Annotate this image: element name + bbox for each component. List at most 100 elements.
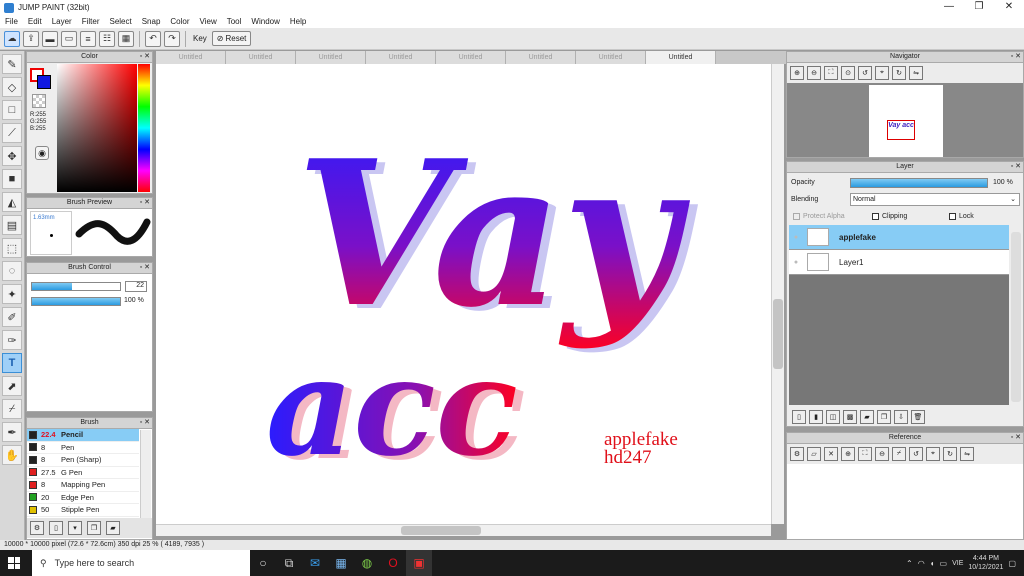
zoom-out-icon[interactable]: ⊖ bbox=[875, 447, 889, 461]
tab-untitled[interactable]: Untitled bbox=[506, 51, 576, 64]
clock[interactable]: 4:44 PM 10/12/2021 bbox=[968, 554, 1003, 572]
panel-close-icon[interactable]: ▫ ✕ bbox=[140, 198, 150, 208]
brush-folder-icon[interactable]: ▰ bbox=[106, 521, 120, 535]
brush-size-slider[interactable] bbox=[31, 282, 121, 291]
restore-button[interactable]: ❐ bbox=[964, 0, 994, 15]
panel-close-icon[interactable]: ▫ ✕ bbox=[140, 263, 150, 273]
menu-filter[interactable]: Filter bbox=[77, 17, 105, 26]
cortana-icon[interactable]: ○ bbox=[250, 550, 276, 576]
canvas-vertical-scrollbar[interactable] bbox=[771, 64, 784, 524]
menu-layer[interactable]: Layer bbox=[47, 17, 77, 26]
menu-view[interactable]: View bbox=[195, 17, 222, 26]
zoom-in-icon[interactable]: ⊕ bbox=[790, 66, 804, 80]
zoom-out-icon[interactable]: ⊖ bbox=[807, 66, 821, 80]
select-pen-tool-icon[interactable]: ✐ bbox=[2, 307, 22, 327]
opera-icon[interactable]: O bbox=[380, 550, 406, 576]
jump-paint-taskbar-icon[interactable]: ▣ bbox=[406, 550, 432, 576]
lock-checkbox[interactable]: Lock bbox=[949, 213, 974, 220]
rotate-reset-icon[interactable]: ⌖ bbox=[875, 66, 889, 80]
visibility-icon[interactable]: ● bbox=[789, 259, 803, 266]
magic-wand-tool-icon[interactable]: ✦ bbox=[2, 284, 22, 304]
browser-icon[interactable]: ◍ bbox=[354, 550, 380, 576]
clipping-checkbox[interactable]: Clipping bbox=[872, 213, 907, 220]
tab-untitled[interactable]: Untitled bbox=[296, 51, 366, 64]
horizontal-scroll-thumb[interactable] bbox=[401, 526, 481, 535]
tab-untitled[interactable]: Untitled bbox=[366, 51, 436, 64]
menu-tool[interactable]: Tool bbox=[222, 17, 247, 26]
new-brush-icon[interactable]: ▯ bbox=[49, 521, 63, 535]
operation-tool-icon[interactable]: ⬈ bbox=[2, 376, 22, 396]
reset-button[interactable]: ⊘ Reset bbox=[211, 31, 252, 46]
brush-settings-icon[interactable]: ⚙ bbox=[30, 521, 44, 535]
vertical-scroll-thumb[interactable] bbox=[773, 299, 783, 369]
layer-row[interactable]: ● applefake bbox=[789, 225, 1009, 250]
brush-item[interactable]: 8 Pen (Sharp) bbox=[27, 454, 139, 467]
mail-icon[interactable]: ✉ bbox=[302, 550, 328, 576]
eyedropper-icon[interactable]: ⌿ bbox=[892, 447, 906, 461]
tab-untitled[interactable]: Untitled bbox=[576, 51, 646, 64]
palette-icon[interactable]: ◉ bbox=[35, 146, 49, 160]
rectangle-tool-icon[interactable]: □ bbox=[2, 100, 22, 120]
select-rect-tool-icon[interactable]: ⬚ bbox=[2, 238, 22, 258]
open-file-icon[interactable]: ▱ bbox=[807, 447, 821, 461]
comment-icon[interactable]: ▬ bbox=[42, 30, 58, 47]
copy-brush-icon[interactable]: ❐ bbox=[87, 521, 101, 535]
tab-untitled[interactable]: Untitled bbox=[226, 51, 296, 64]
brush-opacity-slider[interactable] bbox=[31, 297, 121, 306]
hue-slider[interactable] bbox=[138, 64, 150, 192]
rotate-left-icon[interactable]: ↺ bbox=[858, 66, 872, 80]
speaker-icon[interactable]: ◖ bbox=[930, 559, 935, 568]
flip-icon[interactable]: ⇋ bbox=[909, 66, 923, 80]
menu-select[interactable]: Select bbox=[104, 17, 136, 26]
page-icon[interactable]: ≡ bbox=[80, 30, 96, 47]
move-tool-icon[interactable]: ✥ bbox=[2, 146, 22, 166]
redo-icon[interactable]: ↷ bbox=[164, 30, 180, 47]
eraser-tool-icon[interactable]: ◇ bbox=[2, 77, 22, 97]
menu-edit[interactable]: Edit bbox=[23, 17, 47, 26]
tab-untitled[interactable]: Untitled bbox=[436, 51, 506, 64]
list-icon[interactable]: ☷ bbox=[99, 30, 115, 47]
text-tool-icon[interactable]: T bbox=[2, 353, 22, 373]
select-eraser-tool-icon[interactable]: ✑ bbox=[2, 330, 22, 350]
fit-icon[interactable]: ⛶ bbox=[858, 447, 872, 461]
pen-tool-icon[interactable]: ✒ bbox=[2, 422, 22, 442]
fill-rect-tool-icon[interactable]: ■ bbox=[2, 169, 22, 189]
task-view-icon[interactable]: ⧉ bbox=[276, 550, 302, 576]
brush-item[interactable]: 50 Stipple Pen bbox=[27, 504, 139, 517]
notification-icon[interactable]: ▢ bbox=[1008, 559, 1016, 568]
panel-close-icon[interactable]: ▫ ✕ bbox=[140, 418, 150, 428]
rotate-right-icon[interactable]: ↻ bbox=[943, 447, 957, 461]
brush-item[interactable]: 22.4 Pencil bbox=[27, 429, 139, 442]
new-layer-icon[interactable]: ▯ bbox=[792, 409, 806, 424]
panel-close-icon[interactable]: ▫ ✕ bbox=[1011, 52, 1021, 62]
settings-icon[interactable]: ⚙ bbox=[790, 447, 804, 461]
battery-icon[interactable]: ▭ bbox=[940, 559, 948, 568]
layer-row[interactable]: ● Layer1 bbox=[789, 250, 1009, 275]
brush-item[interactable]: 27.5 G Pen bbox=[27, 467, 139, 479]
navigator-thumbnail[interactable]: Vay acc bbox=[869, 85, 943, 157]
saturation-value-picker[interactable] bbox=[57, 64, 137, 192]
menu-file[interactable]: File bbox=[0, 17, 23, 26]
minimize-button[interactable]: — bbox=[934, 0, 964, 15]
close-button[interactable]: ✕ bbox=[994, 0, 1024, 15]
tab-untitled-active[interactable]: Untitled bbox=[646, 51, 716, 64]
bucket-tool-icon[interactable]: ◭ bbox=[2, 192, 22, 212]
merge-down-icon[interactable]: ⇩ bbox=[894, 409, 908, 424]
windows-start-icon[interactable] bbox=[8, 557, 20, 569]
blending-select[interactable]: Normal ⌄ bbox=[850, 193, 1020, 206]
brush-size-value[interactable]: 22 bbox=[125, 281, 147, 292]
flip-icon[interactable]: ⇋ bbox=[960, 447, 974, 461]
delete-layer-icon[interactable]: 🗑 bbox=[911, 409, 925, 424]
share-icon[interactable]: ⇪ bbox=[23, 30, 39, 47]
rotate-left-icon[interactable]: ↺ bbox=[909, 447, 923, 461]
tab-untitled[interactable]: Untitled bbox=[156, 51, 226, 64]
menu-color[interactable]: Color bbox=[165, 17, 194, 26]
menu-window[interactable]: Window bbox=[246, 17, 284, 26]
new-folder-icon[interactable]: ▰ bbox=[860, 409, 874, 424]
rotate-right-icon[interactable]: ↻ bbox=[892, 66, 906, 80]
taskbar-search-box[interactable]: ⚲ Type here to search bbox=[32, 550, 250, 576]
brush-list-scrollbar[interactable] bbox=[140, 430, 151, 520]
rotate-reset-icon[interactable]: ⌖ bbox=[926, 447, 940, 461]
eyedropper-tool-icon[interactable]: ⌿ bbox=[2, 399, 22, 419]
hand-tool-icon[interactable]: ✋ bbox=[2, 445, 22, 465]
